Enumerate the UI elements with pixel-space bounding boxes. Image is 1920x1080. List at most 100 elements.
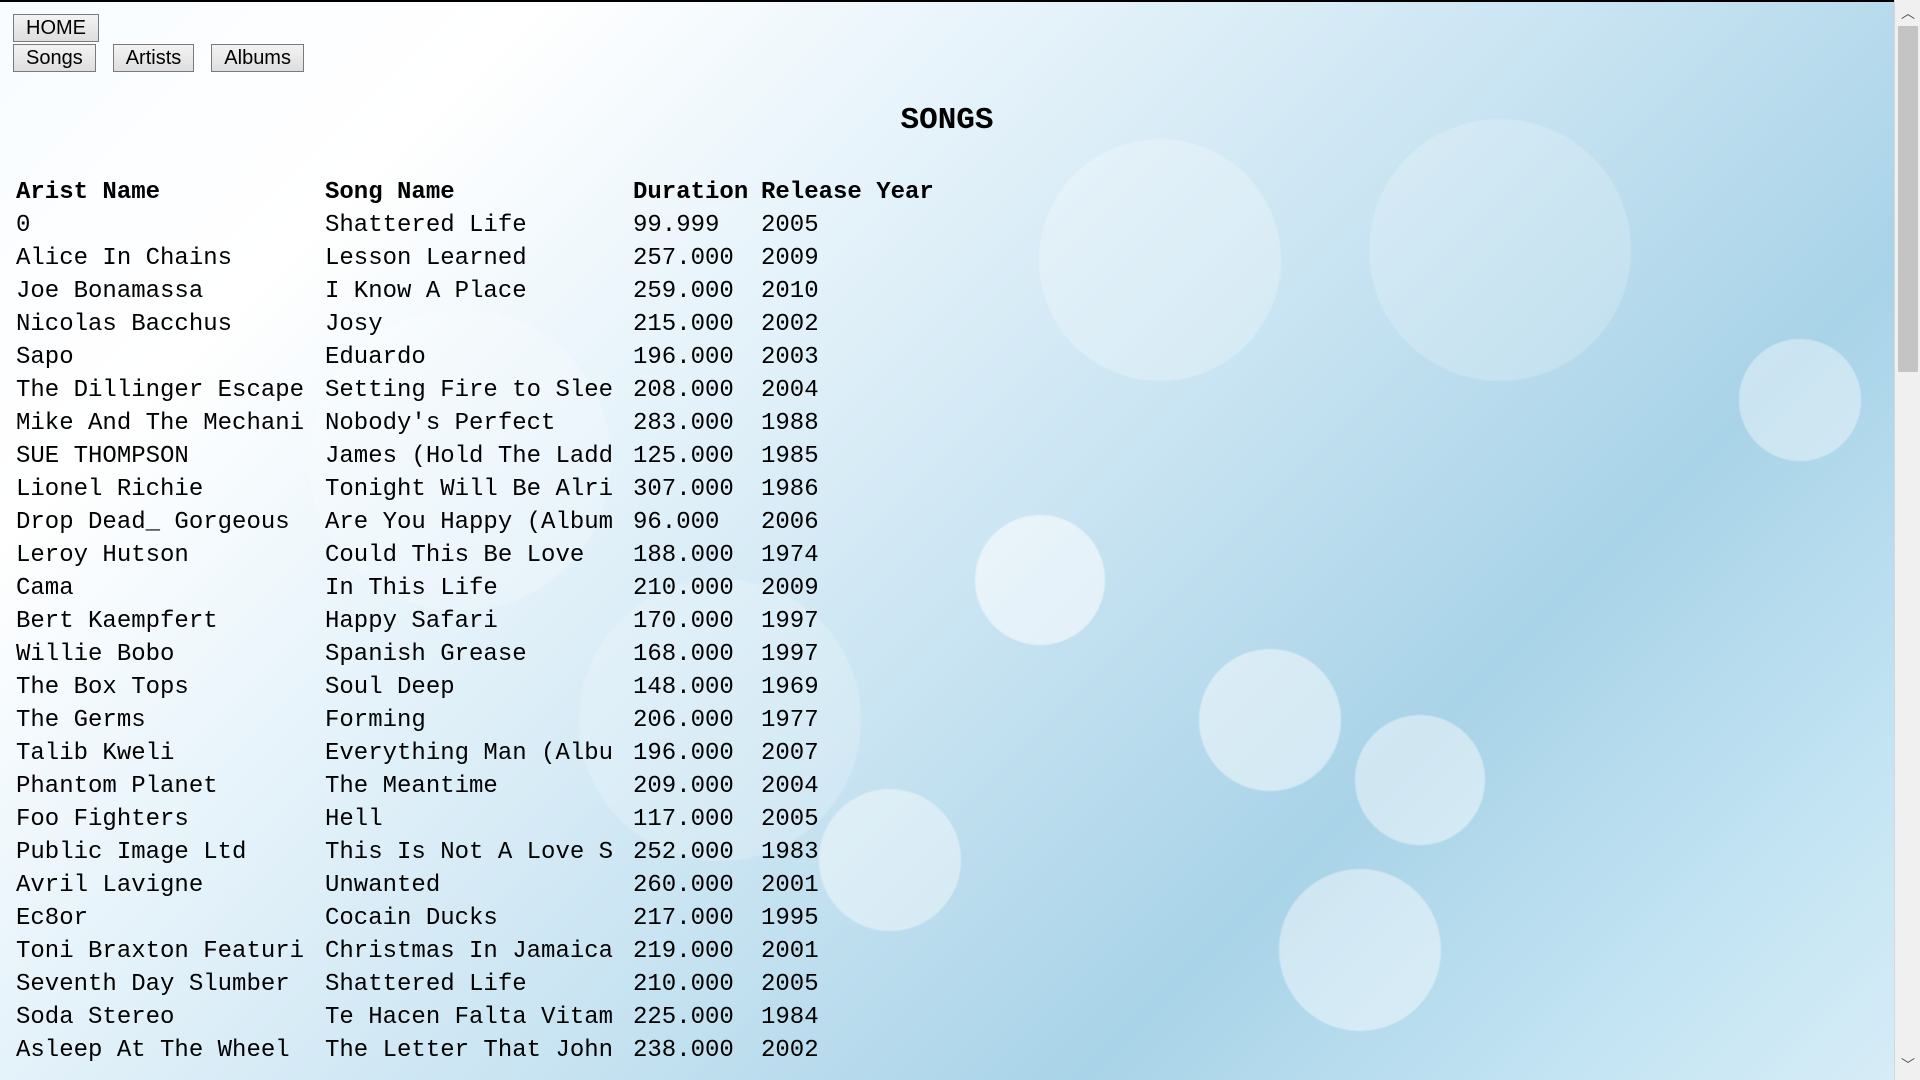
song-name-cell: Shattered Life (325, 212, 527, 239)
song-name-cell: Hell (325, 806, 383, 833)
artist-name-cell: Drop Dead_ Gorgeous (16, 509, 290, 536)
table-row: Talib Kweli Everything Man (Albu 196.000 20… (16, 737, 951, 770)
release-year-cell: 2009 (761, 245, 819, 272)
duration-cell: 210.000 (633, 971, 734, 998)
artist-name-cell: Soda Stereo (16, 1004, 175, 1031)
duration-cell: 219.000 (633, 938, 734, 965)
scroll-down-arrow-icon[interactable]: ﹀ (1901, 1059, 1915, 1073)
table-row: The Germs Forming 206.000 1977 (16, 704, 951, 737)
table-row: Alice In Chains Lesson Learned 257.000 2009 (16, 242, 951, 275)
duration-cell: 307.000 (633, 476, 734, 503)
song-name-cell: Spanish Grease (325, 641, 527, 668)
release-year-cell: 2009 (761, 575, 819, 602)
table-row: Soda Stereo Te Hacen Falta Vitam 225.000 19… (16, 1001, 951, 1034)
song-name-cell: Happy Safari (325, 608, 498, 635)
duration-cell: 96.000 (633, 509, 720, 536)
song-name-cell: Cocain Ducks (325, 905, 498, 932)
table-row: The Box Tops Soul Deep 148.000 1969 (16, 671, 951, 704)
duration-cell: 210.000 (633, 575, 734, 602)
table-header-row: Arist Name Song Name Duration Release Ye… (16, 176, 951, 209)
artist-name-cell: The Box Tops (16, 674, 189, 701)
table-row: SUE THOMPSON James (Hold The Ladd 125.000 1… (16, 440, 951, 473)
table-row: Sapo Eduardo 196.000 2003 (16, 341, 951, 374)
release-year-cell: 1985 (761, 443, 819, 470)
song-name-cell: Christmas In Jamaica (325, 938, 614, 965)
song-name-cell: Lesson Learned (325, 245, 527, 272)
main-navigation: HOME Songs Artists Albums (13, 14, 304, 72)
song-name-cell: Shattered Life (325, 971, 527, 998)
duration-cell: 188.000 (633, 542, 734, 569)
release-year-cell: 1984 (761, 1004, 819, 1031)
table-row: Willie Bobo Spanish Grease 168.000 1997 (16, 638, 951, 671)
release-year-cell: 2002 (761, 1037, 819, 1064)
song-name-cell: Tonight Will Be Alri (325, 476, 614, 503)
duration-cell: 99.999 (633, 212, 720, 239)
table-row: Avril Lavigne Unwanted 260.000 2001 (16, 869, 951, 902)
duration-cell: 117.000 (633, 806, 734, 833)
songs-table-body: 0 Shattered Life 99.999 2005 Alice In Chains… (16, 209, 951, 1067)
release-year-cell: 1995 (761, 905, 819, 932)
scrollbar-thumb[interactable] (1898, 26, 1918, 372)
duration-cell: 225.000 (633, 1004, 734, 1031)
release-year-cell: 1974 (761, 542, 819, 569)
artist-name-cell: Joe Bonamassa (16, 278, 204, 305)
song-name-cell: Josy (325, 311, 383, 338)
song-name-cell: Are You Happy (Album (325, 509, 614, 536)
vertical-scrollbar[interactable]: ︿ ﹀ (1894, 0, 1920, 1080)
song-name-cell: Nobody's Perfect (325, 410, 556, 437)
song-name-cell: I Know A Place (325, 278, 527, 305)
table-row: Seventh Day Slumber Shattered Life 210.000… (16, 968, 951, 1001)
duration-cell: 257.000 (633, 245, 734, 272)
table-row: Nicolas Bacchus Josy 215.000 2002 (16, 308, 951, 341)
release-year-cell: 2005 (761, 971, 819, 998)
table-row: Foo Fighters Hell 117.000 2005 (16, 803, 951, 836)
table-row: The Dillinger Escape Setting Fire to Slee… (16, 374, 951, 407)
artists-button[interactable]: Artists (112, 44, 195, 72)
release-year-cell: 1969 (761, 674, 819, 701)
songs-table-header: Arist Name Song Name Duration Release Ye… (16, 176, 951, 209)
home-button[interactable]: HOME (13, 14, 99, 42)
song-name-cell: Eduardo (325, 344, 426, 371)
table-row: 0 Shattered Life 99.999 2005 (16, 209, 951, 242)
artist-name-cell: Willie Bobo (16, 641, 175, 668)
table-row: Mike And The Mechani Nobody's Perfect 283.… (16, 407, 951, 440)
table-row: Public Image Ltd This Is Not A Love S 252.… (16, 836, 951, 869)
table-row: Bert Kaempfert Happy Safari 170.000 1997 (16, 605, 951, 638)
song-name-cell: The Letter That John (325, 1037, 614, 1064)
song-name-cell: Te Hacen Falta Vitam (325, 1004, 614, 1031)
duration-cell: 196.000 (633, 740, 734, 767)
section-nav-row: Songs Artists Albums (13, 44, 304, 72)
release-year-cell: 1997 (761, 608, 819, 635)
release-year-cell: 2003 (761, 344, 819, 371)
release-year-cell: 2007 (761, 740, 819, 767)
table-row: Asleep At The Wheel The Letter That John 2… (16, 1034, 951, 1067)
duration-cell: 283.000 (633, 410, 734, 437)
song-name-cell: Unwanted (325, 872, 441, 899)
release-year-header: Release Year (761, 179, 934, 206)
release-year-cell: 2010 (761, 278, 819, 305)
duration-cell: 252.000 (633, 839, 734, 866)
duration-cell: 125.000 (633, 443, 734, 470)
table-row: Drop Dead_ Gorgeous Are You Happy (Album 9… (16, 506, 951, 539)
songs-button[interactable]: Songs (13, 44, 96, 72)
albums-button[interactable]: Albums (211, 44, 304, 72)
release-year-cell: 2005 (761, 212, 819, 239)
release-year-cell: 1988 (761, 410, 819, 437)
song-name-cell: The Meantime (325, 773, 498, 800)
song-name-header: Song Name (325, 179, 455, 206)
duration-cell: 170.000 (633, 608, 734, 635)
duration-cell: 208.000 (633, 377, 734, 404)
song-name-cell: Setting Fire to Slee (325, 377, 614, 404)
song-name-cell: In This Life (325, 575, 498, 602)
artist-name-cell: Bert Kaempfert (16, 608, 218, 635)
artist-name-cell: Leroy Hutson (16, 542, 189, 569)
table-row: Lionel Richie Tonight Will Be Alri 307.000… (16, 473, 951, 506)
release-year-cell: 2001 (761, 938, 819, 965)
artist-name-cell: Phantom Planet (16, 773, 218, 800)
scroll-up-arrow-icon[interactable]: ︿ (1901, 7, 1915, 21)
table-row: Ec8or Cocain Ducks 217.000 1995 (16, 902, 951, 935)
song-name-cell: Forming (325, 707, 426, 734)
artist-name-cell: 0 (16, 212, 31, 239)
song-name-cell: Soul Deep (325, 674, 455, 701)
artist-name-cell: Mike And The Mechani (16, 410, 305, 437)
